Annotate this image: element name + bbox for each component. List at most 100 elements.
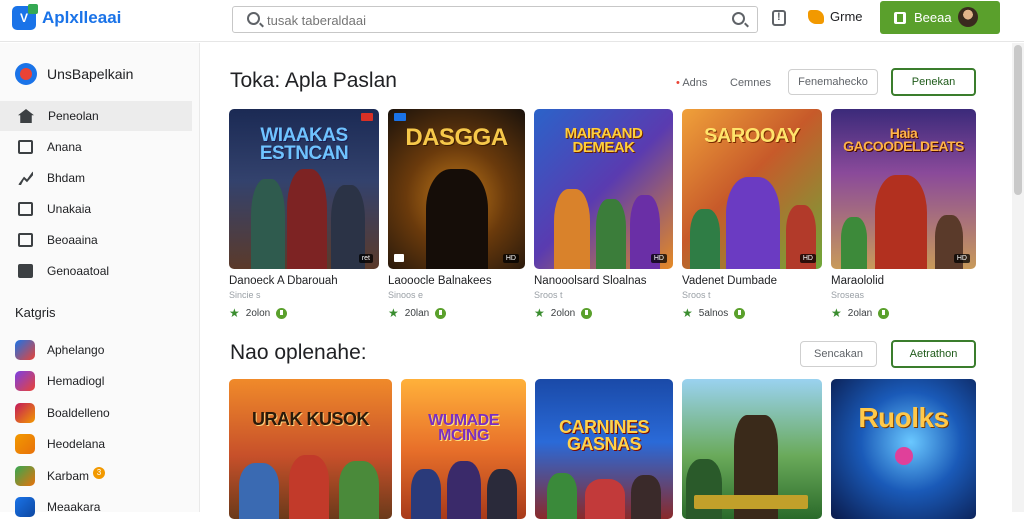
category-item[interactable]: Meaakara bbox=[0, 492, 192, 523]
app-thumbnail[interactable]: MAIRAAND DEMEAK HD bbox=[534, 109, 673, 269]
filter-link[interactable]: • Adns bbox=[676, 77, 707, 89]
sidebar-nav: Peneolan Anana Bhdam Unakaia Beoaaina Ge… bbox=[0, 101, 192, 287]
app-thumbnail[interactable]: DASGGA HD bbox=[388, 109, 525, 269]
app-card[interactable]: MAIRAAND DEMEAK HD Nanooolsard Sloalnas … bbox=[534, 109, 673, 320]
app-thumbnail[interactable]: Haia GACOODELDEATS HD bbox=[831, 109, 976, 269]
quality-badge: HD bbox=[800, 254, 816, 263]
sidebar-item-books[interactable]: Beoaaina bbox=[0, 225, 192, 255]
scrollbar[interactable] bbox=[1012, 43, 1024, 512]
scrollbar-thumb[interactable] bbox=[1014, 45, 1022, 195]
store-icon bbox=[15, 63, 37, 85]
app-thumbnail[interactable]: WIAAKAS ESTNCAN ret bbox=[229, 109, 379, 269]
app-rating: ★ 2olan bbox=[831, 306, 976, 320]
help-icon[interactable] bbox=[772, 10, 786, 26]
account-button[interactable]: Beeaa bbox=[880, 1, 1000, 34]
tag-icon bbox=[361, 113, 373, 121]
app-thumbnail[interactable]: SAROOAY HD bbox=[682, 109, 822, 269]
quality-badge: HD bbox=[503, 254, 519, 263]
install-icon[interactable] bbox=[734, 308, 745, 319]
category-item[interactable]: Karbam 3 bbox=[0, 460, 192, 492]
see-more-button[interactable]: Penekan bbox=[891, 68, 976, 96]
rating-value: 2olon bbox=[551, 308, 575, 319]
app-card[interactable] bbox=[682, 379, 822, 519]
category-icon bbox=[15, 497, 35, 517]
star-icon: ★ bbox=[682, 306, 693, 320]
category-item[interactable]: Aphelango bbox=[0, 334, 192, 366]
install-icon[interactable] bbox=[878, 308, 889, 319]
category-label: Boaldelleno bbox=[47, 406, 110, 420]
app-art-title: URAK KUSOK bbox=[235, 411, 386, 428]
sidebar-item-label: Peneolan bbox=[48, 109, 99, 123]
app-art-title: SAROOAY bbox=[688, 127, 816, 146]
search-bar[interactable] bbox=[232, 6, 758, 33]
dot-icon: • bbox=[676, 77, 680, 89]
quality-badge: ret bbox=[359, 254, 373, 263]
search-icon bbox=[247, 12, 260, 25]
library-icon bbox=[18, 202, 33, 216]
app-developer: Sroos t bbox=[682, 290, 822, 300]
rating-value: 2olan bbox=[848, 308, 872, 319]
rating-value: 20lan bbox=[405, 308, 429, 319]
app-thumbnail[interactable]: WUMADE MCING bbox=[401, 379, 526, 519]
install-icon[interactable] bbox=[276, 308, 287, 319]
star-icon: ★ bbox=[229, 306, 240, 320]
account-label: Beeaa bbox=[914, 10, 952, 25]
app-card[interactable]: CARNINES GASNAS bbox=[535, 379, 673, 519]
app-thumbnail[interactable]: Ruolks bbox=[831, 379, 976, 519]
sidebar-item-home[interactable]: Peneolan bbox=[0, 101, 192, 131]
sidebar-item-trending[interactable]: Bhdam bbox=[0, 163, 192, 193]
sidebar-header[interactable]: UnsBapelkain bbox=[15, 63, 133, 85]
app-card[interactable]: Haia GACOODELDEATS HD Maraololid Sroseas… bbox=[831, 109, 976, 320]
app-thumbnail[interactable] bbox=[682, 379, 822, 519]
app-card[interactable]: WIAAKAS ESTNCAN ret Danoeck A Dbarouah S… bbox=[229, 109, 379, 320]
publisher-logo-icon bbox=[394, 254, 404, 262]
search-input[interactable] bbox=[267, 11, 727, 29]
app-thumbnail[interactable]: URAK KUSOK bbox=[229, 379, 392, 519]
app-card[interactable]: URAK KUSOK bbox=[229, 379, 392, 519]
category-icon bbox=[15, 371, 35, 391]
category-label: Hemadiogl bbox=[47, 374, 104, 388]
sidebar-item-apps[interactable]: Anana bbox=[0, 132, 192, 162]
category-item[interactable]: Hemadiogl bbox=[0, 366, 192, 398]
game-link[interactable]: Grme bbox=[808, 9, 863, 24]
section-title: Toka: Apla Paslan bbox=[230, 69, 397, 93]
category-label: Aphelango bbox=[47, 343, 104, 357]
rating-value: 2olon bbox=[246, 308, 270, 319]
app-card[interactable]: Ruolks bbox=[831, 379, 976, 519]
grid-icon bbox=[18, 140, 33, 154]
app-title[interactable]: Aplxlleaai bbox=[42, 8, 121, 28]
rating-value: 5alnos bbox=[699, 308, 728, 319]
app-developer: Sroos t bbox=[534, 290, 673, 300]
star-icon: ★ bbox=[388, 306, 399, 320]
sidebar-item-label: Anana bbox=[47, 140, 82, 154]
filter-button[interactable]: Sencakan bbox=[800, 341, 877, 367]
category-item[interactable]: Heodelana bbox=[0, 429, 192, 461]
app-art-title: MAIRAAND DEMEAK bbox=[540, 127, 667, 156]
app-card[interactable]: DASGGA HD Laooocle Balnakees Sinoos e ★ … bbox=[388, 109, 525, 320]
category-icon bbox=[15, 466, 35, 486]
book-icon bbox=[18, 233, 33, 247]
sidebar-item-library[interactable]: Unakaia bbox=[0, 194, 192, 224]
app-logo-icon[interactable]: V bbox=[12, 6, 36, 30]
sort-button[interactable]: Fenemahecko bbox=[788, 69, 878, 95]
app-thumbnail[interactable]: CARNINES GASNAS bbox=[535, 379, 673, 519]
install-icon[interactable] bbox=[581, 308, 592, 319]
category-label: Heodelana bbox=[47, 437, 105, 451]
quality-badge: HD bbox=[954, 254, 970, 263]
category-item[interactable]: Boaldelleno bbox=[0, 397, 192, 429]
app-title: Danoeck A Dbarouah bbox=[229, 275, 379, 287]
install-icon[interactable] bbox=[435, 308, 446, 319]
avatar[interactable] bbox=[958, 7, 978, 27]
app-art-title: WIAAKAS ESTNCAN bbox=[235, 127, 373, 163]
tag-icon bbox=[394, 113, 406, 121]
category-icon bbox=[15, 403, 35, 423]
app-title: Vadenet Dumbade bbox=[682, 275, 822, 287]
filter-link[interactable]: Cemnes bbox=[730, 77, 771, 89]
see-more-button[interactable]: Aetrathon bbox=[891, 340, 976, 368]
sidebar-item-folder[interactable]: Genoaatoal bbox=[0, 256, 192, 286]
search-submit-icon[interactable] bbox=[732, 12, 745, 25]
app-card[interactable]: WUMADE MCING bbox=[401, 379, 526, 519]
app-card[interactable]: SAROOAY HD Vadenet Dumbade Sroos t ★ 5al… bbox=[682, 109, 822, 320]
top-bar: V Aplxlleaai Grme Beeaa bbox=[0, 0, 1024, 42]
sidebar: UnsBapelkain Peneolan Anana Bhdam Unakai… bbox=[0, 43, 200, 512]
